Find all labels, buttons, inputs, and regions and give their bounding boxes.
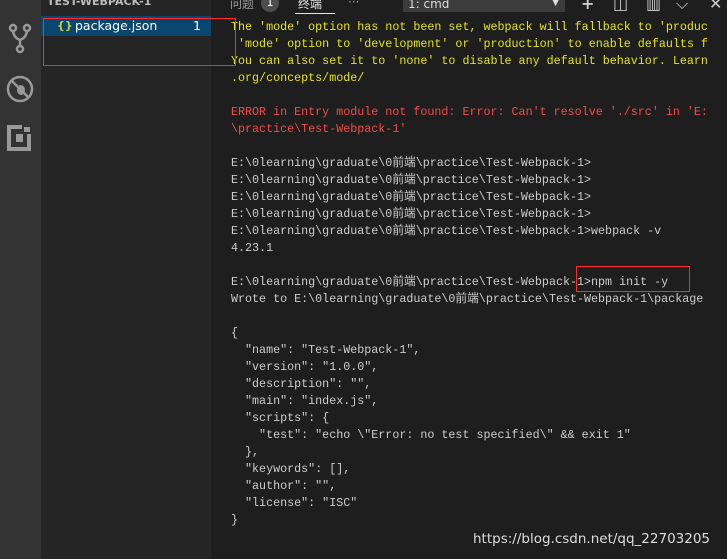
terminal-line: E:\0learning\graduate\0前端\practice\Test-… bbox=[231, 207, 592, 222]
active-tab-indicator bbox=[295, 13, 335, 14]
terminal-line: } bbox=[231, 513, 239, 528]
terminal-line: }, bbox=[231, 445, 260, 460]
more-button[interactable]: ··· bbox=[348, 0, 359, 9]
watermark: https://blog.csdn.net/qq_22703205 bbox=[473, 531, 711, 547]
terminal-line: "license": "ISC" bbox=[231, 496, 358, 511]
extensions-icon[interactable] bbox=[4, 122, 36, 154]
activity-bar bbox=[0, 0, 41, 559]
terminal-line: "version": "1.0.0", bbox=[231, 360, 379, 375]
chevron-down-icon[interactable]: ⌵ bbox=[676, 0, 688, 14]
panel-tab-bar: 问题 1 终端 ··· 1: cmd ▼ + ◫ ▥ ⌵ ✕ bbox=[211, 0, 727, 14]
debug-icon[interactable] bbox=[4, 73, 36, 105]
terminal-line: ERROR in Entry module not found: Error: … bbox=[231, 105, 708, 120]
folder-title[interactable]: TEST-WEBPACK-1 bbox=[47, 0, 151, 8]
close-icon[interactable]: ✕ bbox=[709, 0, 722, 13]
split-icon[interactable]: ◫ bbox=[613, 0, 628, 13]
terminal-line: E:\0learning\graduate\0前端\practice\Test-… bbox=[231, 190, 592, 205]
terminal-line: "keywords": [], bbox=[231, 462, 351, 477]
terminal-select-value: 1: cmd bbox=[408, 0, 450, 11]
caret-down-icon: ▼ bbox=[552, 0, 559, 8]
terminal-line: 4.23.1 bbox=[231, 241, 274, 256]
annotation-box bbox=[576, 266, 690, 292]
tab-terminal[interactable]: 终端 bbox=[298, 0, 322, 12]
problems-badge: 1 bbox=[261, 0, 279, 12]
terminal-line: "test": "echo \"Error: no test specified… bbox=[231, 428, 631, 443]
terminal-line: E:\0learning\graduate\0前端\practice\Test-… bbox=[231, 156, 592, 171]
terminal-line: Wrote to E:\0learning\graduate\0前端\pract… bbox=[231, 292, 704, 307]
explorer-sidebar: TEST-WEBPACK-1 {} package.json 1 bbox=[41, 0, 211, 559]
source-control-icon[interactable] bbox=[4, 22, 36, 54]
terminal-line: E:\0learning\graduate\0前端\practice\Test-… bbox=[231, 224, 662, 239]
terminal-select[interactable]: 1: cmd ▼ bbox=[403, 0, 565, 12]
terminal-line: E:\0learning\graduate\0前端\practice\Test-… bbox=[231, 173, 592, 188]
terminal-line: 'mode' option to 'development' or 'produ… bbox=[231, 37, 708, 52]
terminal-line: "scripts": { bbox=[231, 411, 330, 426]
terminal-line: .org/concepts/mode/ bbox=[231, 71, 365, 86]
annotation-box bbox=[43, 18, 236, 66]
add-icon[interactable]: + bbox=[581, 0, 594, 13]
terminal-line: "description": "", bbox=[231, 377, 372, 392]
terminal-line: "name": "Test-Webpack-1", bbox=[231, 343, 421, 358]
trash-icon[interactable]: ▥ bbox=[646, 0, 661, 13]
terminal-line: "author": "", bbox=[231, 479, 337, 494]
terminal-line: The 'mode' option has not been set, webp… bbox=[231, 20, 708, 34]
terminal-line: { bbox=[231, 326, 239, 341]
terminal-line: You can also set it to 'none' to disable… bbox=[231, 54, 708, 69]
terminal-line: "main": "index.js", bbox=[231, 394, 379, 409]
tab-problems[interactable]: 问题 bbox=[230, 0, 254, 12]
terminal-line: \practice\Test-Webpack-1' bbox=[231, 122, 407, 137]
